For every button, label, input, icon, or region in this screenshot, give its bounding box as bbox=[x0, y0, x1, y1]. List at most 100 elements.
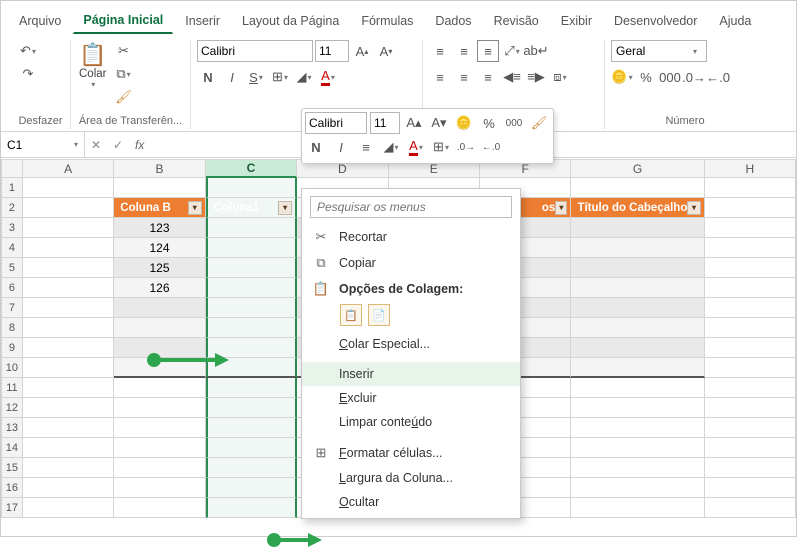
menu-delete[interactable]: Excluir bbox=[302, 386, 520, 410]
col-header-g[interactable]: G bbox=[571, 159, 704, 178]
cell-C6[interactable] bbox=[206, 278, 297, 298]
cell-C1[interactable] bbox=[206, 178, 297, 198]
cell-C13[interactable] bbox=[206, 418, 297, 438]
col-header-c[interactable]: C bbox=[206, 159, 297, 178]
cell-B2[interactable]: Coluna B▾ bbox=[114, 198, 205, 218]
mini-font-name[interactable] bbox=[305, 112, 367, 134]
cell-G12[interactable] bbox=[571, 398, 704, 418]
cell-H5[interactable] bbox=[705, 258, 796, 278]
filter-dropdown-icon[interactable]: ▾ bbox=[555, 201, 567, 215]
cell-A13[interactable] bbox=[23, 418, 114, 438]
cell-H15[interactable] bbox=[705, 458, 796, 478]
row-header-2[interactable]: 2 bbox=[1, 198, 23, 218]
increase-indent-button[interactable]: ≡▶ bbox=[525, 66, 547, 88]
select-all-corner[interactable] bbox=[1, 159, 23, 178]
cell-G14[interactable] bbox=[571, 438, 704, 458]
mini-bold[interactable]: N bbox=[305, 136, 327, 158]
cell-H14[interactable] bbox=[705, 438, 796, 458]
filter-dropdown-icon[interactable]: ▾ bbox=[687, 201, 700, 215]
menu-hide[interactable]: Ocultar bbox=[302, 490, 520, 514]
align-center-button[interactable]: ≡ bbox=[453, 66, 475, 88]
cell-A1[interactable] bbox=[23, 178, 114, 198]
row-header-9[interactable]: 9 bbox=[1, 338, 23, 358]
cell-A6[interactable] bbox=[23, 278, 114, 298]
cell-G10[interactable] bbox=[571, 358, 704, 378]
cell-H16[interactable] bbox=[705, 478, 796, 498]
name-box[interactable]: C1 ▾ bbox=[1, 132, 85, 157]
mini-font-color[interactable]: A▾ bbox=[405, 136, 427, 158]
cell-G7[interactable] bbox=[571, 298, 704, 318]
cell-G16[interactable] bbox=[571, 478, 704, 498]
paste-option-normal[interactable]: 📋 bbox=[340, 304, 362, 326]
cell-B11[interactable] bbox=[114, 378, 205, 398]
cell-H1[interactable] bbox=[705, 178, 796, 198]
cell-H4[interactable] bbox=[705, 238, 796, 258]
underline-button[interactable]: S▾ bbox=[245, 66, 267, 88]
decrease-decimal-button[interactable]: ←.0 bbox=[707, 66, 729, 88]
row-header-8[interactable]: 8 bbox=[1, 318, 23, 338]
mini-fill-color[interactable]: ◢▾ bbox=[380, 136, 402, 158]
mini-borders[interactable]: ⊞▾ bbox=[430, 136, 452, 158]
align-middle-button[interactable]: ≡ bbox=[453, 40, 475, 62]
menu-insert[interactable]: Inserir bbox=[302, 362, 520, 386]
currency-button[interactable]: 🪙▾ bbox=[611, 66, 633, 88]
tab-pagina-inicial[interactable]: Página Inicial bbox=[73, 7, 173, 34]
row-header-4[interactable]: 4 bbox=[1, 238, 23, 258]
tab-arquivo[interactable]: Arquivo bbox=[9, 8, 71, 34]
cell-H9[interactable] bbox=[705, 338, 796, 358]
undo-button[interactable]: ↶▾ bbox=[17, 40, 39, 62]
cell-G5[interactable] bbox=[571, 258, 704, 278]
number-format-select[interactable] bbox=[611, 40, 707, 62]
font-name-select[interactable] bbox=[197, 40, 313, 62]
menu-format-cells[interactable]: ⊞Formatar células... bbox=[302, 440, 520, 466]
cell-A3[interactable] bbox=[23, 218, 114, 238]
row-header-14[interactable]: 14 bbox=[1, 438, 23, 458]
copy-button[interactable]: ⧉▾ bbox=[112, 63, 134, 85]
col-header-b[interactable]: B bbox=[114, 159, 205, 178]
row-header-5[interactable]: 5 bbox=[1, 258, 23, 278]
align-right-button[interactable]: ≡ bbox=[477, 66, 499, 88]
cell-G6[interactable] bbox=[571, 278, 704, 298]
mini-thousands[interactable]: 000 bbox=[503, 112, 525, 134]
cell-A11[interactable] bbox=[23, 378, 114, 398]
cell-C8[interactable] bbox=[206, 318, 297, 338]
tab-dados[interactable]: Dados bbox=[425, 8, 481, 34]
orientation-button[interactable]: ⤢▾ bbox=[501, 40, 523, 62]
cell-A4[interactable] bbox=[23, 238, 114, 258]
cell-B6[interactable]: 126 bbox=[114, 278, 205, 298]
cell-C11[interactable] bbox=[206, 378, 297, 398]
cell-B16[interactable] bbox=[114, 478, 205, 498]
cell-C16[interactable] bbox=[206, 478, 297, 498]
row-header-17[interactable]: 17 bbox=[1, 498, 23, 518]
thousands-button[interactable]: 000 bbox=[659, 66, 681, 88]
cell-B15[interactable] bbox=[114, 458, 205, 478]
cell-C2[interactable]: Coluna1▾ bbox=[206, 198, 297, 218]
paste-option-values[interactable]: 📄 bbox=[368, 304, 390, 326]
row-header-6[interactable]: 6 bbox=[1, 278, 23, 298]
cell-B12[interactable] bbox=[114, 398, 205, 418]
cell-A2[interactable] bbox=[23, 198, 114, 218]
filter-dropdown-icon[interactable]: ▾ bbox=[188, 201, 202, 215]
cell-A12[interactable] bbox=[23, 398, 114, 418]
align-left-button[interactable]: ≡ bbox=[429, 66, 451, 88]
row-header-3[interactable]: 3 bbox=[1, 218, 23, 238]
cell-A5[interactable] bbox=[23, 258, 114, 278]
cell-H11[interactable] bbox=[705, 378, 796, 398]
col-header-h[interactable]: H bbox=[705, 159, 796, 178]
tab-layout-da-pagina[interactable]: Layout da Página bbox=[232, 8, 349, 34]
menu-search-input[interactable] bbox=[310, 196, 512, 218]
tab-ajuda[interactable]: Ajuda bbox=[709, 8, 761, 34]
cell-A10[interactable] bbox=[23, 358, 114, 378]
cell-A9[interactable] bbox=[23, 338, 114, 358]
paste-button[interactable]: 📋 Colar ▾ bbox=[77, 40, 108, 91]
cell-B3[interactable]: 123 bbox=[114, 218, 205, 238]
cell-B8[interactable] bbox=[114, 318, 205, 338]
cell-A7[interactable] bbox=[23, 298, 114, 318]
cell-H8[interactable] bbox=[705, 318, 796, 338]
mini-format-painter[interactable]: 🖌 bbox=[528, 112, 550, 134]
cell-C4[interactable] bbox=[206, 238, 297, 258]
row-header-7[interactable]: 7 bbox=[1, 298, 23, 318]
decrease-font-button[interactable]: A▾ bbox=[375, 40, 397, 62]
cell-C3[interactable] bbox=[206, 218, 297, 238]
cell-H3[interactable] bbox=[705, 218, 796, 238]
